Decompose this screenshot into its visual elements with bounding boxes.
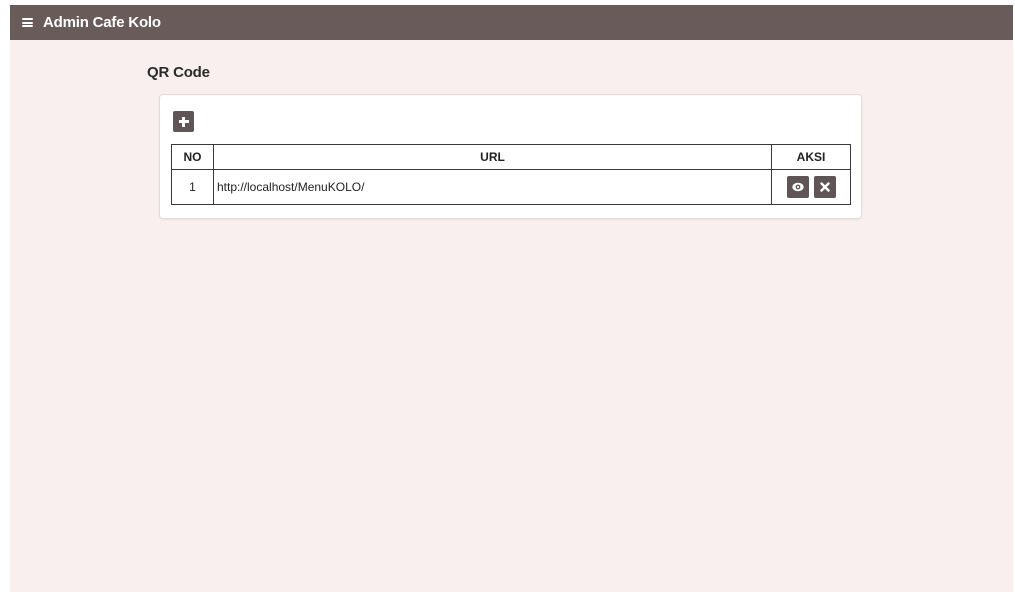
qr-code-table: NO URL AKSI 1 http://localhost/MenuKOLO/ [171,144,851,205]
column-header-no: NO [171,144,214,170]
delete-button[interactable] [813,176,836,198]
column-header-url: URL [213,144,772,170]
close-icon [819,182,830,192]
table-header-row: NO URL AKSI [171,144,851,170]
qr-code-card: NO URL AKSI 1 http://localhost/MenuKOLO/ [159,94,862,219]
plus-icon [178,116,189,127]
table-row: 1 http://localhost/MenuKOLO/ [171,169,851,205]
app-title[interactable]: Admin Cafe Kolo [43,14,161,31]
top-navbar: Admin Cafe Kolo [10,5,1013,40]
row-number: 1 [171,169,214,205]
add-button[interactable] [173,111,194,132]
hamburger-icon[interactable] [22,18,33,27]
row-url: http://localhost/MenuKOLO/ [213,169,772,205]
page-title: QR Code [147,64,210,81]
row-actions [771,169,851,205]
column-header-aksi: AKSI [771,144,851,170]
eye-icon [791,182,804,192]
app-frame: Admin Cafe Kolo QR Code NO URL AKSI 1 ht… [10,5,1013,592]
view-button[interactable] [786,176,809,198]
